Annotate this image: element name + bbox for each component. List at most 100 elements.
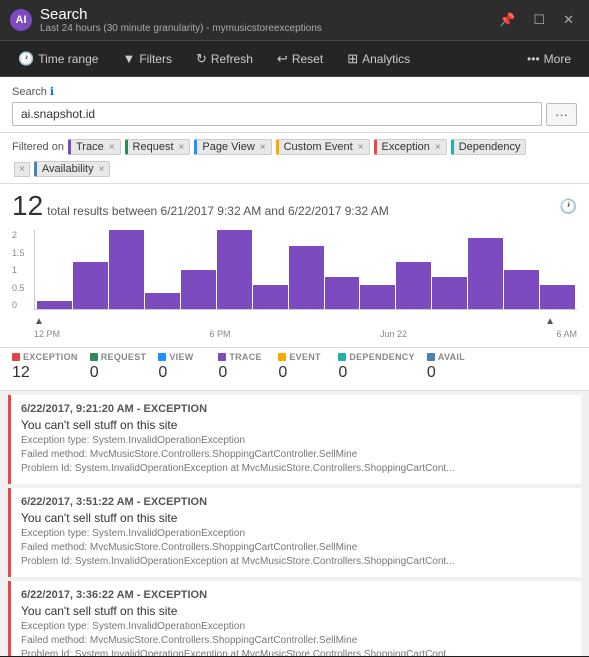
chart-bar	[289, 246, 324, 309]
chart-x-labels: 12 PM 6 PM Jun 22 6 AM	[34, 327, 577, 339]
filtered-on-label: Filtered on	[12, 139, 64, 153]
filter-pageview-close[interactable]: ×	[260, 142, 266, 153]
result-meta: Exception type: System.InvalidOperationE…	[21, 527, 571, 569]
filter-tag-pageview[interactable]: Page View ×	[194, 139, 271, 155]
metric-item: AVAIL 0	[427, 352, 487, 382]
metric-dot	[338, 353, 346, 361]
metric-dot	[12, 353, 20, 361]
maximize-button[interactable]: ☐	[528, 10, 550, 30]
metric-label: EXCEPTION	[12, 352, 78, 362]
metric-item: TRACE 0	[218, 352, 278, 382]
chart-bar	[253, 285, 288, 309]
metrics-row: EXCEPTION 12 REQUEST 0 VIEW 0 TRACE 0 EV…	[0, 348, 589, 391]
metric-item: REQUEST 0	[90, 352, 159, 382]
metric-label: AVAIL	[427, 352, 475, 362]
chart-bar	[432, 277, 467, 309]
clock-icon: 🕐	[18, 51, 34, 67]
filter-request-close[interactable]: ×	[179, 142, 185, 153]
result-title: You can't sell stuff on this site	[21, 604, 571, 618]
results-description: total results between 6/21/2017 9:32 AM …	[47, 204, 389, 218]
ellipsis-icon: •••	[527, 52, 540, 66]
metric-item: EXCEPTION 12	[12, 352, 90, 382]
metric-value: 0	[427, 364, 475, 382]
filter-tag-dependency[interactable]: Dependency	[451, 139, 527, 155]
result-timestamp: 6/22/2017, 3:51:22 AM - EXCEPTION	[21, 496, 571, 508]
filter-tag-trace[interactable]: Trace ×	[68, 139, 121, 155]
chart-bar	[109, 230, 144, 309]
chart-y-labels: 2 1.5 1 0.5 0	[12, 230, 30, 310]
chart-arrow-right: ▲	[545, 316, 555, 327]
app-title: Search	[40, 6, 322, 23]
result-meta: Exception type: System.InvalidOperationE…	[21, 434, 571, 476]
result-timestamp: 6/22/2017, 9:21:20 AM - EXCEPTION	[21, 403, 571, 415]
filter-trace-close[interactable]: ×	[109, 142, 115, 153]
metric-value: 0	[278, 364, 326, 382]
result-meta: Exception type: System.InvalidOperationE…	[21, 620, 571, 656]
analytics-icon: ⊞	[347, 51, 358, 67]
chart-bar	[145, 293, 180, 309]
pin-button[interactable]: 📌	[494, 10, 520, 30]
list-item[interactable]: 6/22/2017, 3:51:22 AM - EXCEPTION You ca…	[8, 488, 581, 577]
filter-tag-customevent[interactable]: Custom Event ×	[276, 139, 370, 155]
refresh-icon: ↻	[196, 51, 207, 67]
metric-value: 0	[90, 364, 147, 382]
list-item[interactable]: 6/22/2017, 3:36:22 AM - EXCEPTION You ca…	[8, 581, 581, 656]
filter-tag-exception[interactable]: Exception ×	[374, 139, 447, 155]
filter-icon: ▼	[122, 51, 135, 66]
close-button[interactable]: ✕	[558, 10, 579, 30]
metric-value: 0	[338, 364, 415, 382]
bars-group	[35, 230, 577, 309]
chart-container: 2 1.5 1 0.5 0	[12, 230, 577, 310]
chart-bar	[360, 285, 395, 309]
results-header: 12 total results between 6/21/2017 9:32 …	[0, 184, 589, 226]
chart-bar	[540, 285, 575, 309]
filters-row: Filtered on Trace × Request × Page View …	[0, 133, 589, 184]
metric-dot	[278, 353, 286, 361]
filter-tag-availability[interactable]: Availability ×	[34, 161, 111, 177]
chart-arrow-left: ▲	[34, 316, 44, 327]
metric-label: REQUEST	[90, 352, 147, 362]
metric-dot	[218, 353, 226, 361]
filter-exception-close[interactable]: ×	[435, 142, 441, 153]
chart-area: 2 1.5 1 0.5 0 ▲ ▲ 12 PM 6 PM Jun 22 6 AM	[0, 226, 589, 348]
refresh-button[interactable]: ↻ Refresh	[186, 47, 263, 71]
search-options-button[interactable]: ···	[546, 103, 577, 126]
metric-value: 0	[158, 364, 206, 382]
metric-label: TRACE	[218, 352, 266, 362]
metric-item: EVENT 0	[278, 352, 338, 382]
reset-button[interactable]: ↩ Reset	[267, 47, 333, 71]
metric-value: 12	[12, 364, 78, 382]
analytics-button[interactable]: ⊞ Analytics	[337, 47, 420, 71]
toolbar: 🕐 Time range ▼ Filters ↻ Refresh ↩ Reset…	[0, 41, 589, 77]
search-help-icon: ℹ	[50, 85, 54, 98]
result-title: You can't sell stuff on this site	[21, 511, 571, 525]
reset-icon: ↩	[277, 51, 288, 67]
app-icon: AI	[10, 9, 32, 31]
metric-label: DEPENDENCY	[338, 352, 415, 362]
time-range-button[interactable]: 🕐 Time range	[8, 47, 108, 71]
chart-bars-area	[34, 230, 577, 310]
search-input[interactable]	[12, 102, 542, 126]
more-button[interactable]: ••• More	[517, 48, 581, 70]
chart-bar	[37, 301, 72, 309]
results-list: 6/22/2017, 9:21:20 AM - EXCEPTION You ca…	[0, 395, 589, 656]
list-item[interactable]: 6/22/2017, 9:21:20 AM - EXCEPTION You ca…	[8, 395, 581, 484]
title-bar: AI Search Last 24 hours (30 minute granu…	[0, 0, 589, 41]
filters-button[interactable]: ▼ Filters	[112, 47, 182, 70]
metric-item: DEPENDENCY 0	[338, 352, 427, 382]
metric-label: EVENT	[278, 352, 326, 362]
chart-bar	[396, 262, 431, 309]
filter-availability-close[interactable]: ×	[99, 164, 105, 175]
window-controls[interactable]: 📌 ☐ ✕	[494, 10, 579, 30]
metric-dot	[90, 353, 98, 361]
filter-customevent-close[interactable]: ×	[358, 142, 364, 153]
filter-tag-request[interactable]: Request ×	[125, 139, 191, 155]
metric-item: VIEW 0	[158, 352, 218, 382]
search-label-text: Search	[12, 86, 47, 98]
app-subtitle: Last 24 hours (30 minute granularity) - …	[40, 23, 322, 34]
metric-label: VIEW	[158, 352, 206, 362]
filter-dependency-close[interactable]: ×	[14, 162, 30, 177]
chart-bar	[73, 262, 108, 309]
history-icon[interactable]: 🕐	[560, 198, 577, 215]
chart-bar	[181, 270, 216, 310]
